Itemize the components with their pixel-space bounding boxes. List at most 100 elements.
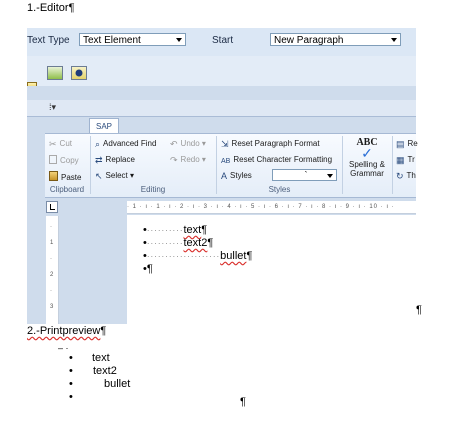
- track-icon: ▦: [396, 155, 405, 165]
- editor-line-dots: ····················: [146, 252, 221, 261]
- editor-line-pilcrow: ¶: [146, 263, 153, 275]
- editor-line-text: bullet: [220, 250, 247, 262]
- vertical-ruler-tick: 3: [50, 304, 54, 310]
- text-type-label: Text Type: [27, 35, 70, 46]
- spelling-label-1: Spelling &: [348, 160, 386, 169]
- editor-line[interactable]: •····················bullet¶: [143, 250, 252, 262]
- editor-line-text: text: [183, 224, 202, 236]
- advanced-find-button[interactable]: ⌕ Advanced Find: [95, 139, 156, 149]
- replace-button[interactable]: ⇄ Replace: [95, 155, 135, 165]
- th-label: Th: [406, 171, 416, 180]
- scissors-icon: ✂: [49, 139, 57, 149]
- editor-line[interactable]: •··········text¶: [143, 224, 207, 236]
- replace-label: Replace: [105, 155, 135, 164]
- paste-icon: [49, 171, 58, 181]
- tab-stop-icon: [50, 204, 55, 210]
- start-dropdown[interactable]: New Paragraph: [270, 33, 401, 46]
- horizontal-ruler[interactable]: · 1 · ı · 1 · ı · 2 · ı · 3 · ı · 4 · ı …: [127, 201, 416, 214]
- re-label: Re: [407, 139, 418, 148]
- preview-bullet: •: [69, 352, 73, 364]
- styles-button[interactable]: A Styles: [221, 171, 252, 181]
- redo-button[interactable]: ↷ Redo ▾: [170, 155, 206, 165]
- reset-paragraph-button[interactable]: ⇲ Reset Paragraph Format: [221, 139, 320, 149]
- reset-paragraph-label: Reset Paragraph Format: [231, 139, 320, 148]
- pilcrow: ¶: [416, 304, 422, 316]
- th-button[interactable]: ↻ Th: [396, 171, 416, 181]
- preview-item-text: text: [92, 352, 110, 364]
- pilcrow: ¶: [68, 2, 75, 14]
- qat-dropdown-icon[interactable]: ⁞▾: [49, 102, 56, 113]
- re-button[interactable]: ▤ Re: [396, 139, 418, 149]
- cut-label: Cut: [59, 139, 72, 148]
- undo-label: Undo: [180, 139, 200, 148]
- tab-sap[interactable]: SAP: [89, 118, 119, 134]
- select-label: Select: [105, 171, 128, 180]
- editor-line[interactable]: •¶: [143, 263, 153, 275]
- style-value: `: [304, 170, 308, 180]
- ruler-ticks: · 1 · ı · 1 · ı · 2 · ı · 3 · ı · 4 · ı …: [127, 204, 395, 210]
- editor-line-dots: ··········: [146, 226, 184, 235]
- spelling-label-2: Grammar: [350, 169, 384, 178]
- section-title-editor: 1.-Editor¶: [27, 2, 75, 14]
- preview-bullet: •: [69, 391, 73, 403]
- copy-button[interactable]: Copy: [49, 155, 79, 165]
- tr-button[interactable]: ▦ Tr: [396, 155, 415, 165]
- checkmark-icon: ✓: [361, 145, 373, 161]
- text-type-dropdown[interactable]: Text Element: [79, 33, 186, 46]
- text-type-value: Text Element: [83, 35, 141, 46]
- vertical-ruler-tick: 2: [50, 272, 54, 278]
- undo-icon: ↶: [170, 139, 178, 149]
- styles-label: Styles: [230, 171, 252, 180]
- redo-label: Redo: [180, 155, 200, 164]
- paragraph-icon: ⇲: [221, 139, 229, 149]
- pilcrow: ¶: [240, 396, 246, 408]
- select-button[interactable]: ↖ Select ▾: [95, 171, 134, 181]
- preview-item-text: bullet: [104, 378, 131, 390]
- editor-line-dots: ··········: [146, 239, 184, 248]
- paste-label: Paste: [61, 173, 82, 182]
- style-dropdown[interactable]: `: [272, 169, 337, 181]
- editor-line[interactable]: •··········text2¶: [143, 237, 213, 249]
- editor-line-pilcrow: ¶: [246, 250, 253, 262]
- chevron-down-icon: [176, 38, 182, 42]
- group-label-editing: Editing: [140, 185, 166, 194]
- tab-selector[interactable]: [46, 201, 58, 213]
- thesaurus-icon: ↻: [396, 171, 404, 181]
- reset-character-button[interactable]: AB Reset Character Formatting: [221, 155, 332, 167]
- character-icon: AB: [221, 158, 231, 165]
- start-value: New Paragraph: [274, 35, 344, 46]
- vertical-ruler[interactable]: · 1 · 2 · 3: [46, 216, 59, 324]
- undo-button[interactable]: ↶ Undo ▾: [170, 139, 206, 149]
- spelling-grammar-button[interactable]: ABC ✓ Spelling & Grammar: [344, 137, 390, 185]
- paste-button[interactable]: Paste: [49, 171, 81, 182]
- preview-item-text: text2: [93, 365, 117, 377]
- editor-line-pilcrow: ¶: [207, 237, 214, 249]
- preview-bullet: •: [69, 378, 73, 390]
- review-icon: ▤: [396, 139, 405, 149]
- circle-icon: [75, 69, 83, 77]
- group-label-styles: Styles: [268, 185, 291, 194]
- preview-icon[interactable]: [71, 66, 87, 80]
- preview-bullet: •: [69, 365, 73, 377]
- chevron-down-icon: [327, 174, 333, 178]
- vertical-ruler-tick: ·: [50, 288, 52, 294]
- vertical-ruler-tick: 1: [50, 240, 54, 246]
- section-title-printpreview: 2.-Printpreview¶: [27, 325, 106, 337]
- tr-label: Tr: [407, 155, 415, 164]
- quick-access-toolbar: ⁞▾: [27, 100, 416, 117]
- vertical-ruler-tick: ·: [50, 256, 52, 262]
- styles-icon: A: [221, 171, 228, 181]
- copy-label: Copy: [60, 156, 79, 165]
- group-label-clipboard: Clipboard: [49, 185, 85, 194]
- chevron-down-icon: [391, 38, 397, 42]
- vertical-ruler-tick: ·: [50, 224, 52, 230]
- section-title-text: 2.-Printpreview: [27, 325, 101, 337]
- editor-line-pilcrow: ¶: [201, 224, 208, 236]
- copy-icon: [49, 155, 57, 164]
- cursor-icon: ↖: [95, 171, 103, 181]
- cut-button[interactable]: ✂ Cut: [49, 139, 72, 149]
- preview-top-mark: – ·: [58, 343, 69, 353]
- insert-icon[interactable]: [47, 66, 63, 80]
- redo-icon: ↷: [170, 155, 178, 165]
- pilcrow: ¶: [100, 325, 107, 337]
